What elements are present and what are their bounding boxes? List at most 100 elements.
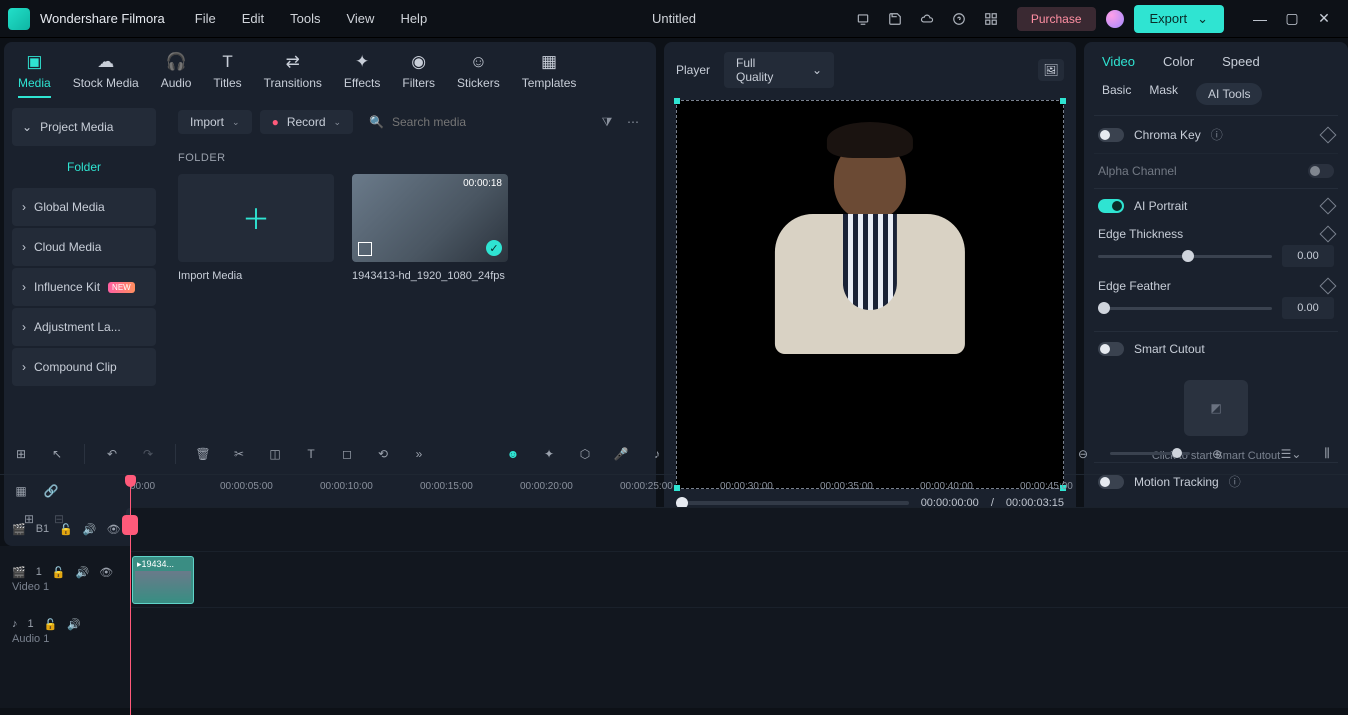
menu-file[interactable]: File — [195, 11, 216, 26]
props-tab-video[interactable]: Video — [1102, 54, 1135, 69]
apps-icon[interactable] — [983, 11, 999, 27]
menu-help[interactable]: Help — [400, 11, 427, 26]
menu-view[interactable]: View — [346, 11, 374, 26]
sidebar-project-media[interactable]: ⌄Project Media — [12, 108, 156, 146]
lock-icon[interactable]: 🔓 — [52, 566, 66, 579]
subtab-basic[interactable]: Basic — [1102, 83, 1131, 105]
subtab-mask[interactable]: Mask — [1149, 83, 1178, 105]
record-dropdown[interactable]: ●Record⌄ — [260, 110, 353, 134]
crop-icon[interactable]: ◫ — [266, 445, 284, 463]
cut-icon[interactable]: ✂ — [230, 445, 248, 463]
keyframe-diamond-icon[interactable] — [1320, 198, 1337, 215]
eye-icon[interactable]: 👁 — [107, 523, 121, 536]
eye-icon[interactable]: 👁 — [99, 566, 113, 579]
mute-icon[interactable]: 🔊 — [76, 566, 90, 579]
tab-audio[interactable]: 🎧Audio — [161, 52, 192, 90]
link-icon[interactable]: 🔗 — [42, 482, 60, 500]
window-maximize[interactable]: ▢ — [1276, 10, 1308, 27]
more-icon[interactable]: ⋯ — [624, 113, 642, 131]
chroma-key-toggle[interactable] — [1098, 128, 1124, 142]
layout-icon[interactable]: ⊞ — [12, 445, 30, 463]
smart-cutout-toggle[interactable] — [1098, 342, 1124, 356]
account-avatar[interactable] — [1106, 10, 1124, 28]
alpha-channel-toggle[interactable] — [1308, 164, 1334, 178]
props-tab-speed[interactable]: Speed — [1222, 54, 1260, 69]
rotate-icon[interactable]: ⟲ — [374, 445, 392, 463]
tab-titles[interactable]: TTitles — [213, 52, 241, 90]
edge-thickness-value[interactable]: 0.00 — [1282, 245, 1334, 267]
tab-stock[interactable]: ☁Stock Media — [73, 52, 139, 90]
shape-icon[interactable]: ◻ — [338, 445, 356, 463]
track-mode-icon[interactable]: ▦ — [12, 482, 30, 500]
bin-icon[interactable]: ⊟ — [50, 510, 68, 528]
props-tab-color[interactable]: Color — [1163, 54, 1194, 69]
tab-transitions[interactable]: ⇄Transitions — [264, 52, 322, 90]
quality-dropdown[interactable]: Full Quality⌄ — [724, 52, 834, 88]
search-input[interactable] — [392, 115, 582, 129]
media-clip-tile[interactable]: 00:00:18 ✓ 1943413-hd_1920_1080_24fps — [352, 174, 508, 282]
more-tools-icon[interactable]: » — [410, 445, 428, 463]
text-icon[interactable]: T — [302, 445, 320, 463]
menu-edit[interactable]: Edit — [242, 11, 264, 26]
zoom-out-icon[interactable]: ⊖ — [1074, 445, 1092, 463]
window-close[interactable]: ✕ — [1308, 10, 1340, 27]
ai-portrait-toggle[interactable] — [1098, 199, 1124, 213]
cloud-icon[interactable] — [919, 11, 935, 27]
mute-icon[interactable]: 🔊 — [83, 523, 97, 536]
meter-icon[interactable]: ⫼ — [1318, 445, 1336, 463]
edge-feather-value[interactable]: 0.00 — [1282, 297, 1334, 319]
sidebar-compound-clip[interactable]: ›Compound Clip — [12, 348, 156, 386]
tracks-canvas[interactable]: ▸ 19434... — [130, 507, 1348, 708]
export-button[interactable]: Export⌄ — [1134, 5, 1224, 33]
sidebar-adjustment-layer[interactable]: ›Adjustment La... — [12, 308, 156, 346]
redo-icon[interactable]: ↷ — [139, 445, 157, 463]
support-icon[interactable] — [951, 11, 967, 27]
zoom-in-icon[interactable]: ⊕ — [1208, 445, 1226, 463]
tab-filters[interactable]: ◉Filters — [402, 52, 435, 90]
mute-icon[interactable]: 🔊 — [67, 618, 81, 631]
menu-tools[interactable]: Tools — [290, 11, 320, 26]
smart-cutout-button[interactable]: ◩ — [1184, 380, 1248, 436]
undo-icon[interactable]: ↶ — [103, 445, 121, 463]
timeline-clip[interactable]: ▸ 19434... — [132, 556, 194, 604]
purchase-button[interactable]: Purchase — [1017, 7, 1096, 31]
time-ruler[interactable]: 00:00 00:00:05:00 00:00:10:00 00:00:15:0… — [130, 475, 1348, 507]
window-minimize[interactable]: — — [1244, 11, 1276, 27]
tab-media[interactable]: ▣Media — [18, 52, 51, 98]
track-head-audio1[interactable]: ♪1 🔓 🔊 Audio 1 — [0, 607, 130, 655]
sparkle-icon[interactable]: ✦ — [540, 445, 558, 463]
sidebar-folder[interactable]: Folder — [12, 148, 156, 186]
lock-icon[interactable]: 🔓 — [44, 618, 58, 631]
info-icon[interactable]: ⓘ — [1211, 126, 1223, 143]
list-view-icon[interactable]: ☰⌄ — [1282, 445, 1300, 463]
zoom-slider[interactable] — [1110, 452, 1190, 455]
device-icon[interactable] — [855, 11, 871, 27]
subtab-ai-tools[interactable]: AI Tools — [1196, 83, 1262, 105]
mic-icon[interactable]: 🎤 — [612, 445, 630, 463]
save-icon[interactable] — [887, 11, 903, 27]
search-field[interactable]: 🔍 — [361, 110, 590, 134]
tab-effects[interactable]: ✦Effects — [344, 52, 380, 90]
ai-icon[interactable]: ☻ — [504, 445, 522, 463]
snapshot-button[interactable]: 🖼 — [1038, 59, 1064, 81]
playhead[interactable] — [130, 475, 131, 715]
delete-icon[interactable]: 🗑 — [194, 445, 212, 463]
sidebar-influence-kit[interactable]: ›Influence KitNEW — [12, 268, 156, 306]
keyframe-diamond-icon[interactable] — [1320, 226, 1337, 243]
sidebar-global-media[interactable]: ›Global Media — [12, 188, 156, 226]
keyframe-diamond-icon[interactable] — [1320, 278, 1337, 295]
filter-icon[interactable]: ⧩ — [598, 113, 616, 131]
sidebar-cloud-media[interactable]: ›Cloud Media — [12, 228, 156, 266]
import-dropdown[interactable]: Import⌄ — [178, 110, 252, 134]
music-icon[interactable]: ♪ — [648, 445, 666, 463]
shield-icon[interactable]: ⬡ — [576, 445, 594, 463]
edge-thickness-slider[interactable] — [1098, 255, 1272, 258]
edge-feather-slider[interactable] — [1098, 307, 1272, 310]
tab-templates[interactable]: ▦Templates — [522, 52, 577, 90]
keyframe-diamond-icon[interactable] — [1320, 126, 1337, 143]
import-media-tile[interactable]: ＋ Import Media — [178, 174, 334, 282]
track-head-video1[interactable]: 🎬1 🔓 🔊 👁 Video 1 — [0, 551, 130, 607]
tab-stickers[interactable]: ☺Stickers — [457, 52, 500, 90]
pointer-icon[interactable]: ↖ — [48, 445, 66, 463]
preview-canvas[interactable] — [676, 100, 1064, 489]
